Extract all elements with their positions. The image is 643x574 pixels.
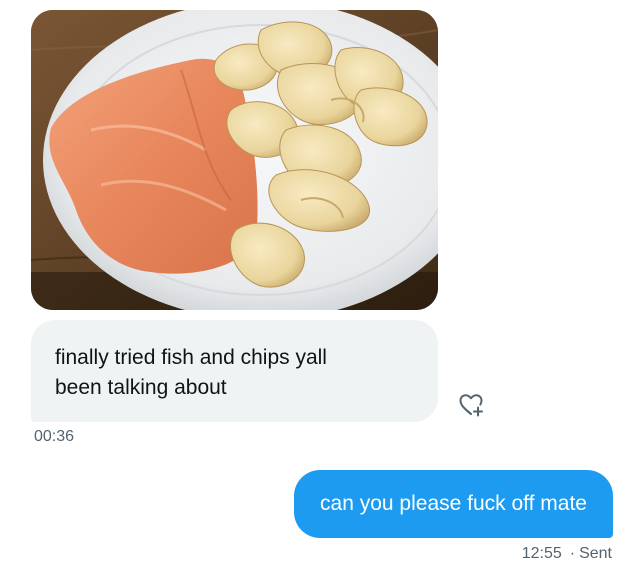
sent-status: Sent [579,545,612,562]
dm-conversation: finally tried fish and chips yall been t… [0,0,643,574]
add-reaction-button[interactable] [455,389,487,421]
food-photo-illustration [31,10,438,310]
sent-message-text: can you please fuck off mate [320,492,587,515]
received-photo[interactable] [31,10,438,310]
heart-plus-icon [459,394,483,417]
received-message-line-1: finally tried fish and chips yall [55,346,327,369]
received-message-line-2: been talking about [55,376,227,399]
received-message-bubble[interactable]: finally tried fish and chips yall been t… [31,320,438,422]
received-timestamp: 00:36 [34,428,75,445]
sent-timestamp: 12:55 [521,545,562,562]
sent-message-meta: 12:55 · Sent [522,545,612,563]
sent-message-bubble[interactable]: can you please fuck off mate [294,470,613,538]
meta-separator: · [569,545,576,562]
